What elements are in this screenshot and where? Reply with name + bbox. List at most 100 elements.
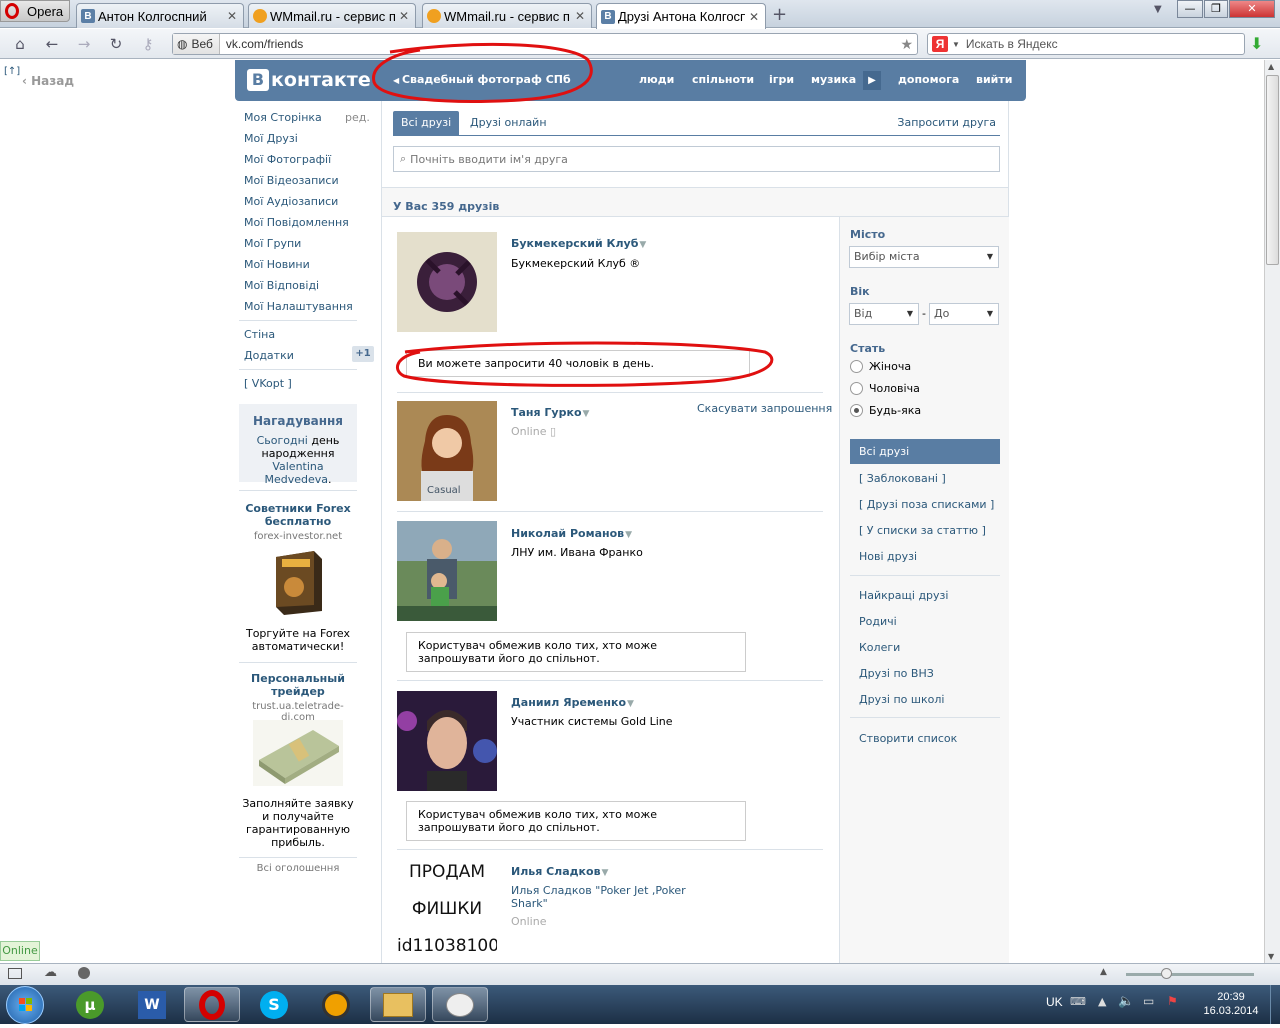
new-tab-icon[interactable]: + bbox=[772, 4, 787, 25]
friend-photo[interactable]: Casual bbox=[397, 401, 497, 501]
chevron-down-icon[interactable]: ▼ bbox=[625, 530, 632, 540]
back-to-page-link[interactable]: ◀ Свадебный фотограф СПб bbox=[393, 73, 571, 86]
address-bar[interactable]: ◍ Веб vk.com/friends ★ bbox=[172, 33, 918, 55]
create-list-link[interactable]: Створити список bbox=[859, 732, 957, 745]
download-icon[interactable]: ⬇ bbox=[1250, 34, 1268, 53]
aimp-icon[interactable] bbox=[308, 987, 364, 1022]
menu-my-videos[interactable]: Мої Відеозаписи bbox=[244, 174, 339, 187]
radio-button[interactable] bbox=[850, 360, 863, 373]
birthday-person-link[interactable]: Valentina Medvedeva bbox=[264, 460, 328, 486]
zoom-slider[interactable] bbox=[1126, 973, 1254, 976]
menu-my-page[interactable]: Моя Сторінка bbox=[244, 111, 322, 124]
friend-name[interactable]: Илья Сладков▼ bbox=[511, 865, 608, 878]
sex-option-any[interactable]: Будь-яка bbox=[850, 404, 921, 417]
chevron-down-icon[interactable]: ▼ bbox=[583, 409, 590, 419]
opera-menu-button[interactable]: Opera bbox=[0, 0, 70, 22]
chevron-down-icon[interactable]: ▼ bbox=[627, 699, 634, 709]
menu-vkopt[interactable]: [ VKopt ] bbox=[244, 377, 292, 390]
nav-logout[interactable]: вийти bbox=[976, 73, 1012, 86]
tab-3[interactable]: WMmail.ru - сервис п... ✕ bbox=[422, 3, 592, 28]
scroll-down-icon[interactable]: ▼ bbox=[1268, 952, 1274, 961]
system-clock[interactable]: 20:39 16.03.2014 bbox=[1196, 990, 1266, 1018]
skype-icon[interactable]: S bbox=[246, 987, 302, 1022]
minimize-icon[interactable]: — bbox=[1177, 0, 1203, 18]
start-button[interactable] bbox=[6, 986, 44, 1024]
cancel-invite-link[interactable]: Скасувати запрошення bbox=[697, 402, 832, 415]
action-center-icon[interactable]: ⚑ bbox=[1167, 994, 1178, 1008]
friend-name[interactable]: Даниил Яременко▼ bbox=[511, 696, 634, 709]
close-tab-icon[interactable]: ✕ bbox=[575, 9, 587, 23]
cloud-icon[interactable]: ☁ bbox=[44, 965, 57, 980]
panel-toggle[interactable]: [↑] bbox=[4, 66, 20, 77]
show-desktop-button[interactable] bbox=[1270, 985, 1280, 1024]
friend-name[interactable]: Букмекерский Клуб▼ bbox=[511, 237, 646, 250]
sex-option-male[interactable]: Чоловіча bbox=[850, 382, 920, 395]
home-icon[interactable]: ⌂ bbox=[11, 35, 29, 53]
web-badge[interactable]: ◍ Веб bbox=[173, 34, 220, 54]
vk-logo[interactable]: Вконтакте bbox=[247, 69, 371, 91]
list-relatives[interactable]: Родичі bbox=[859, 615, 897, 628]
tab-list-icon[interactable]: ▼ bbox=[1154, 4, 1162, 15]
friend-name[interactable]: Николай Романов▼ bbox=[511, 527, 632, 540]
list-university[interactable]: Друзі по ВНЗ bbox=[859, 667, 934, 680]
menu-my-photos[interactable]: Мої Фотографії bbox=[244, 153, 331, 166]
yandex-search-field[interactable]: Я ▼ Искать в Яндекс bbox=[927, 33, 1245, 55]
word-icon[interactable]: W bbox=[124, 987, 180, 1022]
tab-4-active[interactable]: B Друзі Антона Колгосп... ✕ bbox=[596, 3, 766, 29]
menu-my-messages[interactable]: Мої Повідомлення bbox=[244, 216, 349, 229]
speed-dial-icon[interactable] bbox=[78, 967, 90, 979]
ad-image[interactable] bbox=[253, 720, 343, 786]
list-by-sex[interactable]: [ У списки за статтю ] bbox=[859, 524, 986, 537]
friend-photo[interactable]: ПРОДАМ ФИШКИ id11038100 bbox=[397, 858, 497, 963]
ad-text[interactable]: Торгуйте на Forex автоматически! bbox=[239, 627, 357, 653]
zoom-icon[interactable]: ▲ bbox=[1100, 967, 1107, 977]
menu-my-audio[interactable]: Мої Аудіозаписи bbox=[244, 195, 338, 208]
window-close-icon[interactable]: ✕ bbox=[1229, 0, 1275, 18]
nav-music[interactable]: музика bbox=[811, 73, 856, 86]
ad-text[interactable]: Заполняйте заявку и получайте гарантиров… bbox=[239, 797, 357, 849]
chevron-down-icon[interactable]: ▼ bbox=[639, 240, 646, 250]
back-link[interactable]: ‹ Назад bbox=[22, 74, 74, 88]
age-to-select[interactable]: До ▼ bbox=[929, 303, 999, 325]
list-all-friends[interactable]: Всі друзі bbox=[850, 439, 1000, 464]
menu-my-settings[interactable]: Мої Налаштування bbox=[244, 300, 353, 313]
menu-wall[interactable]: Стіна bbox=[244, 328, 275, 341]
friend-photo[interactable] bbox=[397, 232, 497, 332]
tray-arrow-icon[interactable]: ▲ bbox=[1098, 995, 1106, 1008]
list-blocked[interactable]: [ Заблоковані ] bbox=[859, 472, 946, 485]
friend-subtitle[interactable]: Илья Сладков "Poker Jet ,Poker Shark" bbox=[511, 884, 691, 910]
list-unlisted[interactable]: [ Друзі поза списками ] bbox=[859, 498, 994, 511]
all-ads-link[interactable]: Всі оголошення bbox=[239, 863, 357, 874]
paint-icon[interactable] bbox=[432, 987, 488, 1022]
explorer-icon[interactable] bbox=[370, 987, 426, 1022]
tab-all-friends[interactable]: Всі друзі bbox=[393, 111, 460, 135]
nav-help[interactable]: допомога bbox=[898, 73, 959, 86]
tab-2[interactable]: WMmail.ru - сервис п... ✕ bbox=[248, 3, 416, 28]
age-from-select[interactable]: Від ▼ bbox=[849, 303, 919, 325]
menu-my-groups[interactable]: Мої Групи bbox=[244, 237, 301, 250]
scroll-thumb[interactable] bbox=[1266, 75, 1279, 265]
bookmark-star-icon[interactable]: ★ bbox=[900, 36, 913, 53]
ad-image[interactable] bbox=[270, 549, 328, 615]
city-select[interactable]: Вибір міста ▼ bbox=[849, 246, 999, 268]
key-icon[interactable]: ⚷ bbox=[139, 35, 157, 53]
radio-button-selected[interactable] bbox=[850, 404, 863, 417]
friend-search-input[interactable]: ⌕ Почніть вводити ім'я друга bbox=[393, 146, 1000, 172]
nav-people[interactable]: люди bbox=[639, 73, 674, 86]
menu-my-answers[interactable]: Мої Відповіді bbox=[244, 279, 319, 292]
list-best-friends[interactable]: Найкращі друзі bbox=[859, 589, 948, 602]
volume-icon[interactable]: 🔈 bbox=[1118, 994, 1134, 1009]
scroll-up-icon[interactable]: ▲ bbox=[1268, 62, 1274, 71]
ad-title[interactable]: Персональный трейдер bbox=[239, 672, 357, 698]
page-scrollbar[interactable]: ▲ ▼ bbox=[1264, 60, 1280, 963]
opera-taskbar-icon[interactable] bbox=[184, 987, 240, 1022]
friend-name[interactable]: Таня Гурко▼ bbox=[511, 406, 589, 419]
list-school[interactable]: Друзі по школі bbox=[859, 693, 944, 706]
invite-friend-link[interactable]: Запросити друга bbox=[889, 111, 1004, 135]
close-tab-icon[interactable]: ✕ bbox=[227, 9, 239, 23]
restore-icon[interactable]: ❐ bbox=[1204, 0, 1228, 18]
edit-link[interactable]: ред. bbox=[345, 111, 370, 124]
chevron-down-icon[interactable]: ▼ bbox=[602, 868, 609, 878]
tab-1[interactable]: B Антон Колгоспний ✕ bbox=[76, 3, 244, 28]
list-new-friends[interactable]: Нові друзі bbox=[859, 550, 917, 563]
